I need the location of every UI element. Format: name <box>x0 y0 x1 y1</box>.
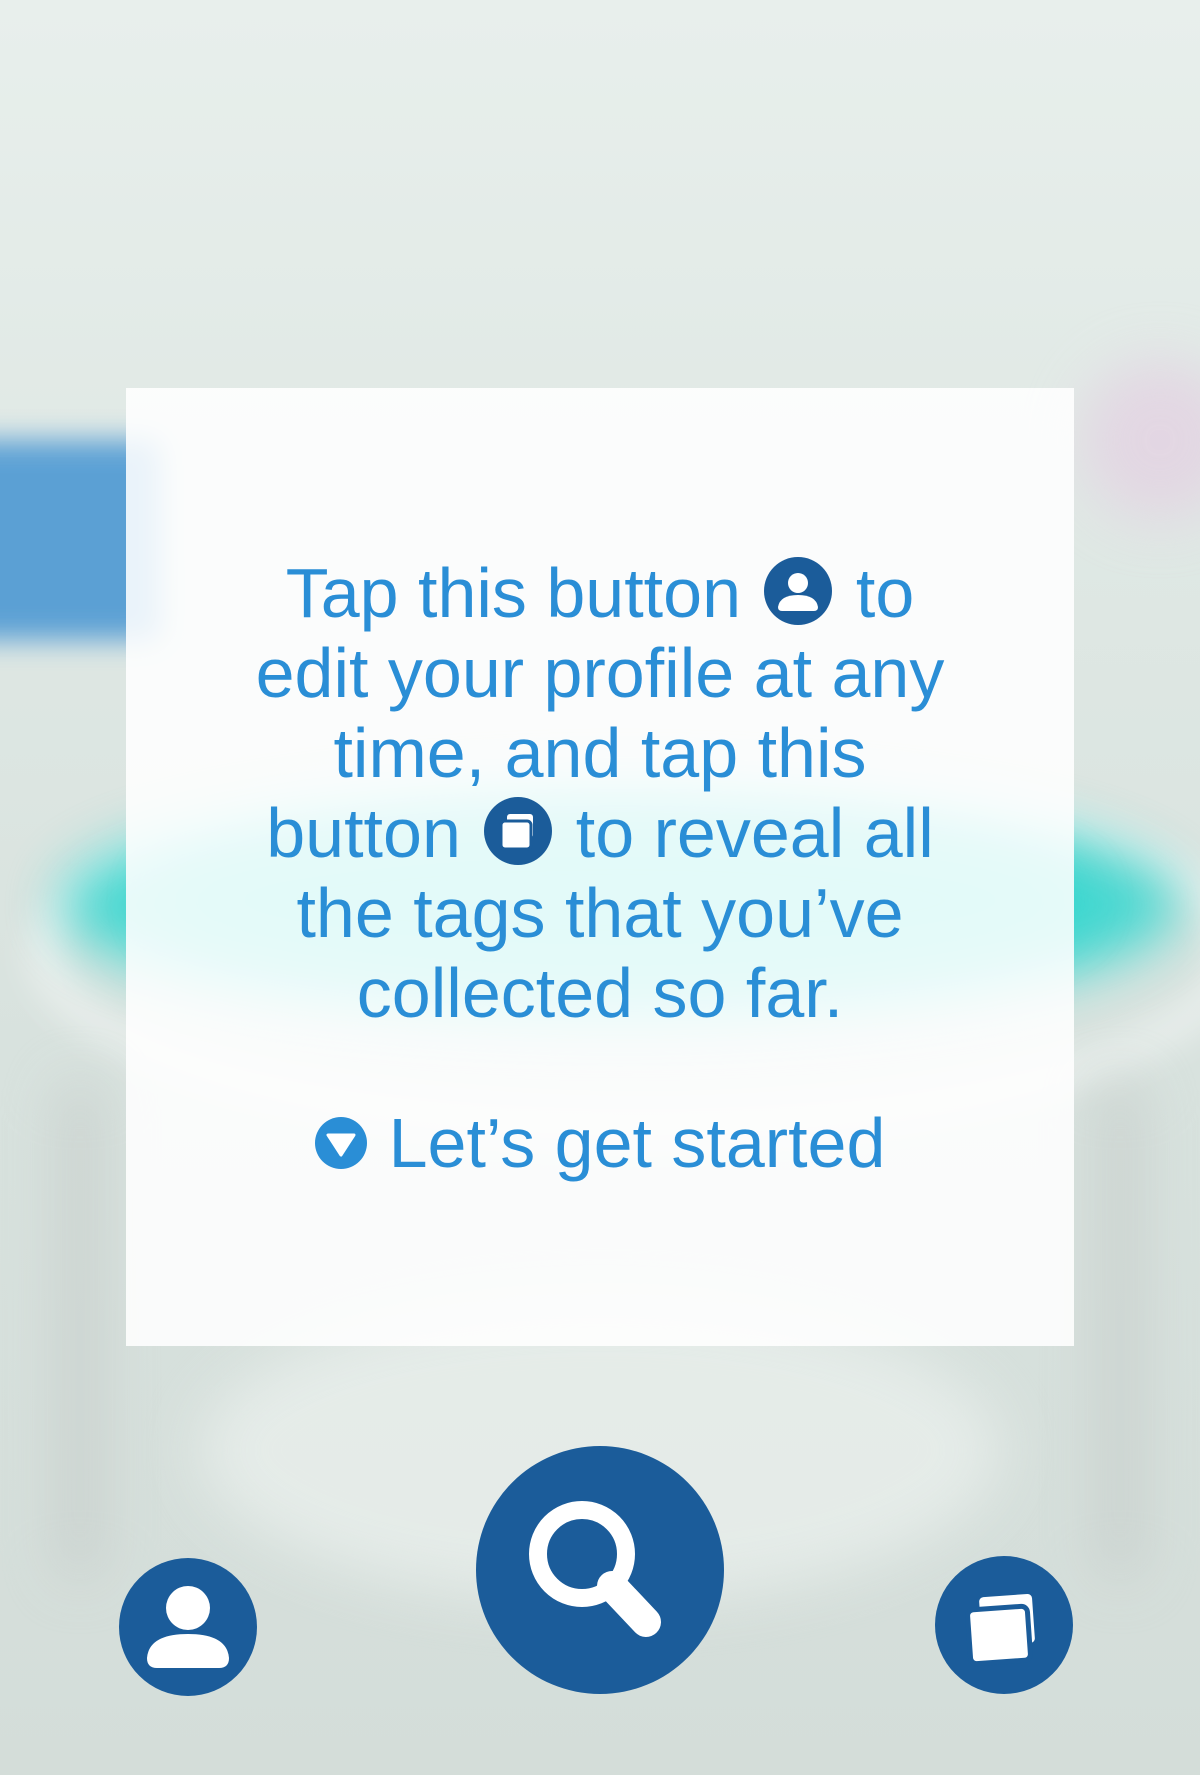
down-triangle-icon <box>314 1117 367 1169</box>
message-line3: time, and tap this <box>333 714 867 792</box>
message-line2: edit your profile at any <box>255 634 945 712</box>
profile-icon <box>764 557 833 625</box>
tags-stack-icon <box>965 1591 1038 1667</box>
onboarding-card: Tap this button to edit your profile at … <box>126 388 1074 1346</box>
background-blur-shape <box>1080 360 1200 520</box>
profile-button[interactable] <box>119 1558 257 1696</box>
profile-icon <box>147 1586 229 1668</box>
get-started-label: Let’s get started <box>388 1104 886 1182</box>
message-line1-end: to <box>855 554 915 632</box>
message-line5: the tags that you’ve <box>296 874 904 952</box>
tags-button[interactable] <box>935 1556 1073 1694</box>
background-blur-shape <box>60 1080 100 1580</box>
search-icon <box>529 1501 661 1637</box>
get-started-button[interactable]: Let’s get started <box>314 1103 886 1183</box>
message-line6: collected so far. <box>356 954 844 1032</box>
onboarding-message: Tap this button to edit your profile at … <box>210 553 990 1033</box>
message-line4-start: button <box>266 794 461 872</box>
message-line4-end: to reveal all <box>575 794 934 872</box>
search-button[interactable] <box>476 1446 724 1694</box>
tags-stack-icon <box>484 797 553 865</box>
background-blur-shape <box>1100 1080 1140 1580</box>
message-line1-start: Tap this button <box>285 554 741 632</box>
